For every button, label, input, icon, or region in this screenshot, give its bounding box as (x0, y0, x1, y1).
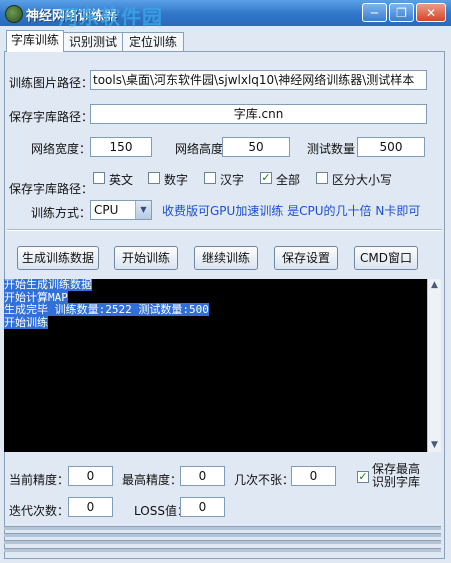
english-checkbox[interactable] (93, 172, 105, 184)
app-icon (5, 5, 23, 23)
scroll-down-icon[interactable]: ▼ (428, 439, 441, 452)
start-training-button[interactable]: 开始训练 (114, 246, 178, 270)
case-label: 区分大小写 (332, 173, 393, 187)
hanzi-label: 汉字 (220, 173, 245, 187)
english-label: 英文 (109, 173, 134, 187)
all-checkbox[interactable]: ✓ (260, 172, 272, 184)
charset-label: 保存字库路径： (9, 182, 94, 196)
current-accuracy-value: 0 (68, 466, 113, 486)
test-count-input[interactable]: 500 (357, 137, 425, 157)
tab-font-training[interactable]: 字库训练 (6, 30, 64, 52)
mode-label: 训练方式： (31, 206, 92, 220)
divider (7, 229, 442, 231)
hanzi-checkbox[interactable] (204, 172, 216, 184)
watermark-text: 河东软件园 (58, 5, 163, 29)
tab-recognition-test[interactable]: 识别测试 (63, 32, 123, 51)
generate-data-button[interactable]: 生成训练数据 (17, 246, 99, 270)
save-path-label: 保存字库路径： (9, 110, 94, 124)
digit-checkbox[interactable] (148, 172, 160, 184)
all-label: 全部 (276, 173, 301, 187)
cmd-window-button[interactable]: CMD窗口 (354, 246, 418, 270)
gpu-note: 收费版可GPU加速训练 是CPU的几十倍 N卡即可 (162, 204, 421, 218)
tab-locate-training[interactable]: 定位训练 (122, 32, 184, 51)
progress-bar-4 (4, 548, 441, 552)
progress-bar-2 (4, 533, 441, 537)
save-best-checkbox[interactable]: ✓ (357, 471, 369, 483)
max-accuracy-value: 0 (180, 466, 225, 486)
log-console[interactable]: 开始生成训练数据 开始计算MAP 生成完毕 训练数量:2522 测试数量:500… (4, 279, 427, 452)
mode-value: CPU (94, 203, 119, 217)
save-settings-button[interactable]: 保存设置 (274, 246, 338, 270)
width-input[interactable]: 150 (90, 137, 152, 157)
max-accuracy-label: 最高精度： (122, 473, 183, 487)
image-path-input[interactable]: tools\桌面\河东软件园\sjwlxlq10\神经网络训练器\测试样本 (90, 70, 427, 90)
image-path-label: 训练图片路径： (9, 76, 94, 90)
scroll-up-icon[interactable]: ▲ (428, 279, 441, 292)
restore-button[interactable]: ❐ (389, 3, 414, 22)
continue-training-button[interactable]: 继续训练 (194, 246, 258, 270)
width-label: 网络宽度： (31, 142, 92, 156)
chevron-down-icon[interactable]: ▼ (135, 201, 151, 219)
progress-bar-3 (4, 540, 441, 544)
digit-label: 数字 (164, 173, 189, 187)
save-path-input[interactable]: 字库.cnn (90, 104, 427, 124)
log-scrollbar[interactable]: ▲ ▼ (427, 279, 441, 452)
progress-bar (4, 526, 441, 530)
current-accuracy-label: 当前精度： (9, 473, 70, 487)
log-line: 开始生成训练数据 (4, 279, 92, 291)
log-line: 开始训练 (4, 315, 48, 329)
case-checkbox[interactable] (316, 172, 328, 184)
log-line: 生成完毕 训练数量:2522 测试数量:500 (4, 303, 209, 316)
no-gain-value: 0 (291, 466, 336, 486)
mode-select[interactable]: CPU ▼ (90, 200, 152, 220)
loss-value: 0 (180, 497, 225, 517)
title-bar: 神经网络训练器 河东软件园 ─ ❐ ✕ (0, 0, 451, 29)
no-gain-label: 几次不张： (234, 473, 295, 487)
close-button[interactable]: ✕ (416, 3, 446, 22)
height-input[interactable]: 50 (222, 137, 290, 157)
iteration-label: 迭代次数： (9, 504, 70, 518)
minimize-button[interactable]: ─ (362, 3, 387, 22)
save-best-label: 保存最高 识别字库 (372, 462, 421, 489)
iteration-value: 0 (68, 497, 113, 517)
